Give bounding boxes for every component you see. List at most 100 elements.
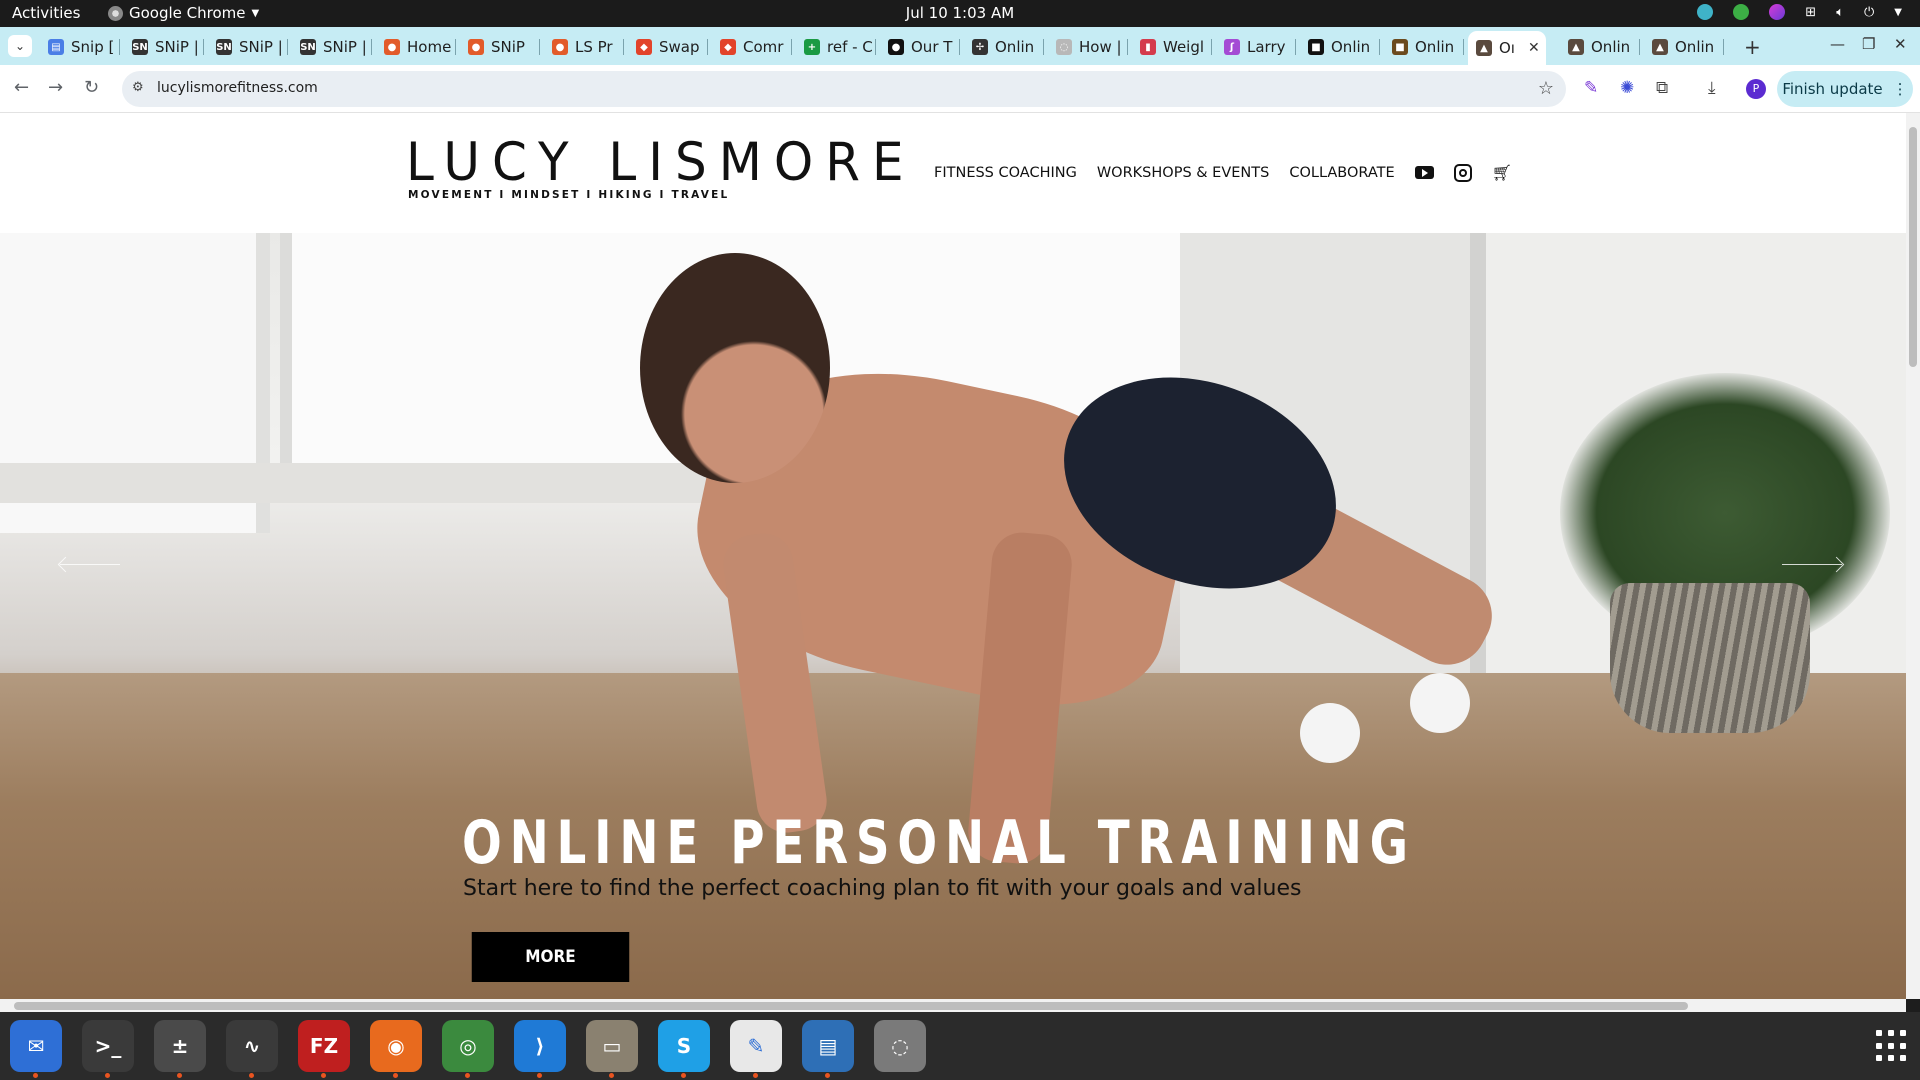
dock-files-icon[interactable]: ▭ <box>586 1020 638 1078</box>
chrome-app-icon <box>108 5 123 21</box>
tab[interactable]: ▲ Onlin <box>1560 33 1640 61</box>
tab[interactable]: ◆ Comr <box>712 33 792 61</box>
finish-update-button[interactable]: Finish update ⋮ <box>1777 71 1913 107</box>
new-tab-button[interactable]: + <box>1744 35 1761 59</box>
url-text[interactable]: lucylismorefitness.com <box>157 80 318 96</box>
tab[interactable]: SN SNiP | <box>208 33 288 61</box>
tab-close-icon[interactable]: ✕ <box>1528 40 1540 56</box>
tab[interactable]: ■ Onlin <box>1300 33 1380 61</box>
tab-active[interactable]: ▲ Oı ✕ <box>1468 31 1546 65</box>
tab-separator <box>1211 39 1212 55</box>
back-arrow-icon[interactable]: ← <box>14 77 29 98</box>
clock[interactable]: Jul 10 1:03 AM <box>0 4 1920 22</box>
shopping-cart-icon[interactable]: 🛒︎ <box>1492 163 1512 182</box>
tab-strip: ⌄ ▤ Snip [SN SNiP | SN SNiP | SN SNiP | ● Home ● S… <box>0 27 1920 65</box>
chevron-down-icon[interactable]: ▼ <box>1894 7 1902 18</box>
pen-extension-icon[interactable]: ✎ <box>1584 78 1598 98</box>
tab[interactable]: ● Home <box>376 33 456 61</box>
maximize-button[interactable]: ❐ <box>1862 35 1875 53</box>
check-shield-icon[interactable] <box>1733 4 1750 20</box>
tab[interactable]: ▤ Snip [ <box>40 33 120 61</box>
color-picker-icon[interactable] <box>1769 4 1786 20</box>
tab[interactable]: SN SNiP | <box>292 33 372 61</box>
tab[interactable]: SN SNiP | <box>124 33 204 61</box>
dock-writer-icon[interactable]: ▤ <box>802 1020 854 1078</box>
dock-firefox-icon[interactable]: ◉ <box>370 1020 422 1078</box>
dock-thunderbird-icon[interactable]: ✉ <box>10 1020 62 1078</box>
scrollbar-thumb[interactable] <box>14 1002 1688 1010</box>
dock-text-editor-icon[interactable]: ✎ <box>730 1020 782 1078</box>
tab[interactable]: ● Our T <box>880 33 960 61</box>
tab[interactable]: ✢ Onlin <box>964 33 1044 61</box>
youtube-icon[interactable] <box>1414 166 1434 179</box>
tab-title: SNiP <box>491 38 525 56</box>
minimize-button[interactable]: — <box>1830 35 1845 53</box>
tab-favicon-icon: ■ <box>1308 39 1324 55</box>
tab[interactable]: ■ Onlin <box>1384 33 1464 61</box>
slideshow-prev-arrow-icon[interactable] <box>60 564 120 565</box>
extensions-puzzle-icon[interactable]: ⧉ <box>1656 78 1668 98</box>
tab-title: LS Pr <box>575 38 613 56</box>
tab-favicon-icon: SN <box>216 39 232 55</box>
scrollbar-thumb[interactable] <box>1909 127 1917 367</box>
tab[interactable]: ▮ Weigl <box>1132 33 1212 61</box>
system-tray[interactable]: ⊞ 🔈︎ ⏻ ▼ <box>1697 4 1902 20</box>
site-info-icon[interactable]: ⚙ <box>132 80 144 95</box>
profile-avatar[interactable]: P <box>1746 79 1766 99</box>
tab-favicon-icon: ◆ <box>636 39 652 55</box>
dock-skype-icon[interactable]: S <box>658 1020 710 1078</box>
app-menu[interactable]: Google Chrome ▼ <box>108 4 259 22</box>
app-menu-label: Google Chrome <box>129 4 246 22</box>
tab[interactable]: ʃ Larry <box>1216 33 1296 61</box>
tab-favicon-icon: ✢ <box>972 39 988 55</box>
slideshow-next-arrow-icon[interactable] <box>1782 564 1842 565</box>
tab[interactable]: ● LS Pr <box>544 33 624 61</box>
activities-button[interactable]: Activities <box>12 4 80 22</box>
show-apps-grid-icon[interactable] <box>1876 1030 1908 1062</box>
tab[interactable]: ● SNiP <box>460 33 540 61</box>
tab[interactable]: ◌ How | <box>1048 33 1128 61</box>
tab-separator <box>539 39 540 55</box>
power-icon[interactable]: ⏻ <box>1864 5 1874 20</box>
network-icon[interactable]: ⊞ <box>1805 5 1816 20</box>
more-button[interactable]: MORE <box>471 932 630 982</box>
nav-collaborate[interactable]: COLLABORATE <box>1289 165 1394 181</box>
dock-system-monitor-icon[interactable]: ∿ <box>226 1020 278 1078</box>
tab[interactable]: + ref - C <box>796 33 876 61</box>
tab-search-button[interactable]: ⌄ <box>8 35 32 57</box>
tab-separator <box>455 39 456 55</box>
dock-disk-utility-icon[interactable]: ◌ <box>874 1020 926 1072</box>
vertical-scrollbar[interactable] <box>1906 113 1920 999</box>
tab[interactable]: ▲ Onlin <box>1644 33 1724 61</box>
hero-photo-person-head <box>640 253 830 483</box>
dock-vscode-icon[interactable]: ⟩ <box>514 1020 566 1078</box>
tab-separator <box>959 39 960 55</box>
close-window-button[interactable]: ✕ <box>1894 35 1907 53</box>
forward-arrow-icon[interactable]: → <box>48 77 63 98</box>
address-bar[interactable]: ⚙ lucylismorefitness.com ☆ <box>122 71 1566 107</box>
system-top-bar: Activities Google Chrome ▼ Jul 10 1:03 A… <box>0 0 1920 27</box>
download-icon[interactable]: ⤓ <box>1708 78 1716 98</box>
dock-terminal-icon[interactable]: >_ <box>82 1020 134 1078</box>
tab-separator <box>371 39 372 55</box>
instagram-icon[interactable] <box>1453 163 1472 182</box>
nav-workshops-events[interactable]: WORKSHOPS & EVENTS <box>1097 165 1269 181</box>
reload-icon[interactable]: ↻ <box>84 77 99 98</box>
tab-favicon-icon: SN <box>300 39 316 55</box>
volume-icon[interactable]: 🔈︎ <box>1836 5 1844 20</box>
sync-icon[interactable] <box>1697 4 1714 20</box>
dock-filezilla-icon[interactable]: FZ <box>298 1020 350 1078</box>
site-logo[interactable]: LUCY LISMORE <box>406 132 916 193</box>
tab-favicon-icon: ● <box>552 39 568 55</box>
tab-favicon-icon: ● <box>384 39 400 55</box>
tab-title: SNiP | <box>323 38 367 56</box>
tab[interactable]: ◆ Swap <box>628 33 708 61</box>
horizontal-scrollbar[interactable] <box>0 999 1906 1012</box>
dock-calculator-icon[interactable]: ± <box>154 1020 206 1078</box>
dock-chrome-icon[interactable]: ◎ <box>442 1020 494 1078</box>
bookmark-star-icon[interactable]: ☆ <box>1538 78 1554 99</box>
gear-extension-icon[interactable]: ✺ <box>1620 78 1634 98</box>
nav-fitness-coaching[interactable]: FITNESS COACHING <box>934 165 1077 181</box>
tab-separator <box>203 39 204 55</box>
main-nav: FITNESS COACHING WORKSHOPS & EVENTS COLL… <box>934 163 1512 182</box>
